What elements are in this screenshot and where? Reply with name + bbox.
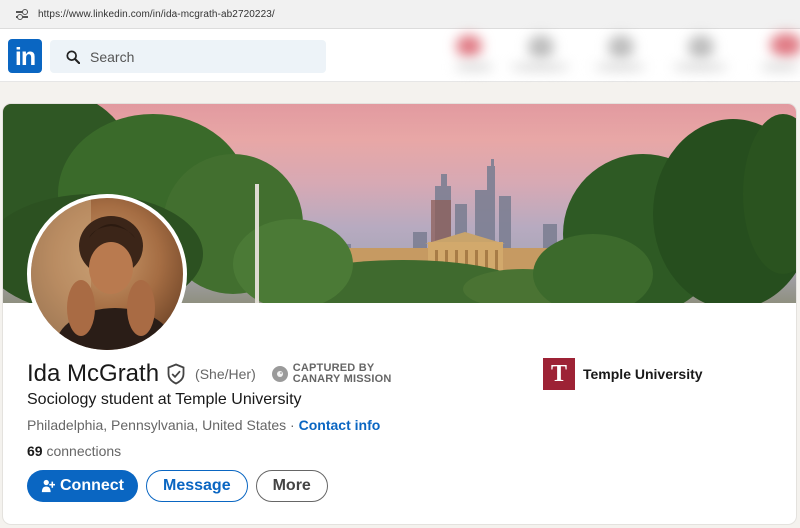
- location-separator: ·: [286, 417, 299, 433]
- connections-label: connections: [42, 443, 122, 459]
- name-row: Ida McGrath (She/Her) CAPTURED BY CANARY…: [27, 360, 392, 388]
- site-settings-icon[interactable]: [16, 9, 30, 20]
- linkedin-logo-icon[interactable]: in: [8, 39, 42, 73]
- education-name: Temple University: [583, 366, 703, 382]
- profile-card: Ida McGrath (She/Her) CAPTURED BY CANARY…: [3, 104, 796, 524]
- profile-actions: Connect Message More: [27, 470, 328, 502]
- message-button[interactable]: Message: [146, 470, 248, 502]
- search-bar[interactable]: [50, 40, 326, 73]
- contact-info-link[interactable]: Contact info: [299, 417, 381, 433]
- blurred-nav-icons: [420, 29, 800, 81]
- location-row: Philadelphia, Pennsylvania, United State…: [27, 417, 380, 433]
- search-input[interactable]: [88, 47, 292, 66]
- profile-location: Philadelphia, Pennsylvania, United State…: [27, 417, 287, 433]
- canary-bird-icon: [271, 366, 288, 382]
- education-link[interactable]: T Temple University: [543, 358, 703, 390]
- profile-photo[interactable]: [27, 194, 187, 354]
- pronouns: (She/Her): [195, 366, 256, 382]
- connections-count[interactable]: 69 connections: [27, 443, 121, 459]
- top-navigation: in: [0, 29, 800, 82]
- canary-mission-badge: CAPTURED BY CANARY MISSION: [271, 363, 392, 385]
- connect-label: Connect: [60, 477, 124, 494]
- connections-number: 69: [27, 443, 43, 459]
- verification-shield-icon[interactable]: [166, 363, 186, 385]
- url-text[interactable]: https://www.linkedin.com/in/ida-mcgrath-…: [38, 9, 275, 20]
- profile-headline: Sociology student at Temple University: [27, 391, 302, 408]
- add-person-icon: [41, 479, 55, 493]
- badge-line-2: CANARY MISSION: [292, 373, 392, 385]
- connect-button[interactable]: Connect: [27, 470, 138, 502]
- profile-name: Ida McGrath: [27, 360, 160, 387]
- browser-address-bar[interactable]: https://www.linkedin.com/in/ida-mcgrath-…: [0, 0, 800, 29]
- search-icon: [66, 49, 80, 64]
- more-button[interactable]: More: [255, 470, 328, 502]
- temple-university-logo: T: [543, 358, 575, 390]
